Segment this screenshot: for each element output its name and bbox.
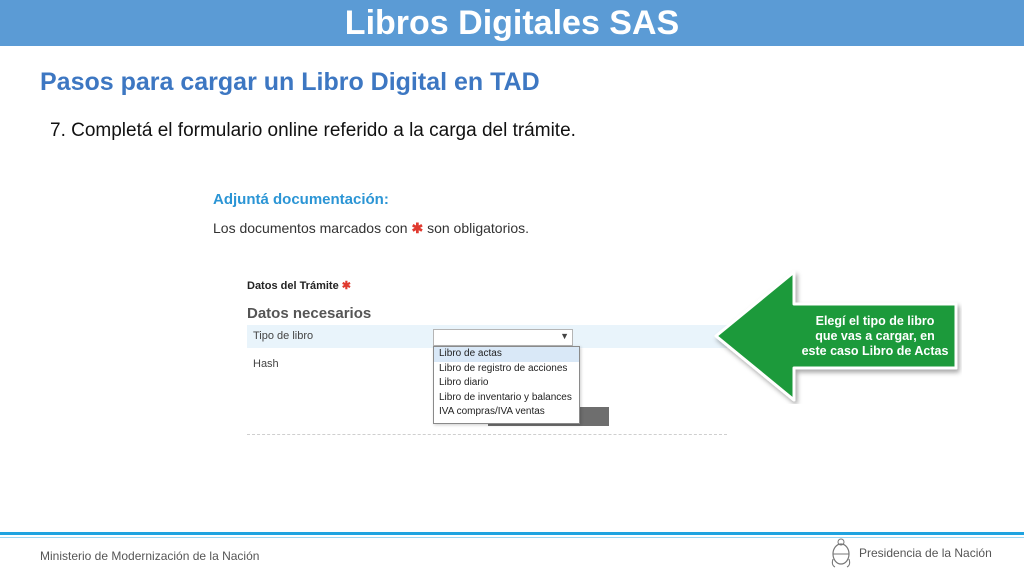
dropdown-option[interactable]: Libro de actas xyxy=(434,347,579,362)
footer-ministerio: Ministerio de Modernización de la Nación xyxy=(40,549,260,563)
dropdown-option[interactable]: Libro de inventario y balances xyxy=(434,391,579,406)
tipo-libro-dropdown[interactable]: Libro de actas Libro de registro de acci… xyxy=(433,346,580,424)
dropdown-option[interactable]: IVA compras/IVA ventas xyxy=(434,405,579,420)
datos-heading: Datos necesarios xyxy=(247,305,372,322)
callout-text: Elegí el tipo de libro que vas a cargar,… xyxy=(790,314,960,359)
tipo-libro-label: Tipo de libro xyxy=(253,330,314,342)
required-star-icon: ✱ xyxy=(411,220,424,236)
callout-line: que vas a cargar, en xyxy=(815,329,935,343)
mandatory-note: Los documentos marcados con ✱ son obliga… xyxy=(213,220,529,237)
tramite-label-text: Datos del Trámite xyxy=(247,280,339,292)
tramite-label: Datos del Trámite ✱ xyxy=(247,279,351,292)
mandatory-prefix: Los documentos marcados con xyxy=(213,220,408,236)
slide-title: Libros Digitales SAS xyxy=(0,0,1024,46)
callout-line: este caso Libro de Actas xyxy=(801,344,949,358)
step-instruction: 7. Completá el formulario online referid… xyxy=(50,120,576,141)
callout-line: Elegí el tipo de libro xyxy=(815,314,935,328)
footer-rule xyxy=(0,532,1024,535)
dropdown-option[interactable]: Libro de registro de acciones xyxy=(434,362,579,377)
attach-heading: Adjuntá documentación: xyxy=(213,191,389,208)
mandatory-suffix: son obligatorios. xyxy=(427,220,530,236)
slide-subtitle: Pasos para cargar un Libro Digital en TA… xyxy=(40,68,540,96)
tipo-libro-select[interactable]: ▼ xyxy=(433,329,573,346)
hash-label: Hash xyxy=(253,358,279,370)
footer-presidencia: Presidencia de la Nación xyxy=(859,546,992,560)
form-divider xyxy=(247,434,727,435)
national-seal-icon xyxy=(831,538,851,568)
dropdown-option[interactable]: Libro diario xyxy=(434,376,579,391)
footer-rule-thin xyxy=(0,537,1024,538)
required-star-icon: ✱ xyxy=(341,280,351,292)
tipo-libro-row: Tipo de libro ▼ xyxy=(247,325,727,348)
chevron-down-icon[interactable]: ▼ xyxy=(560,331,569,341)
